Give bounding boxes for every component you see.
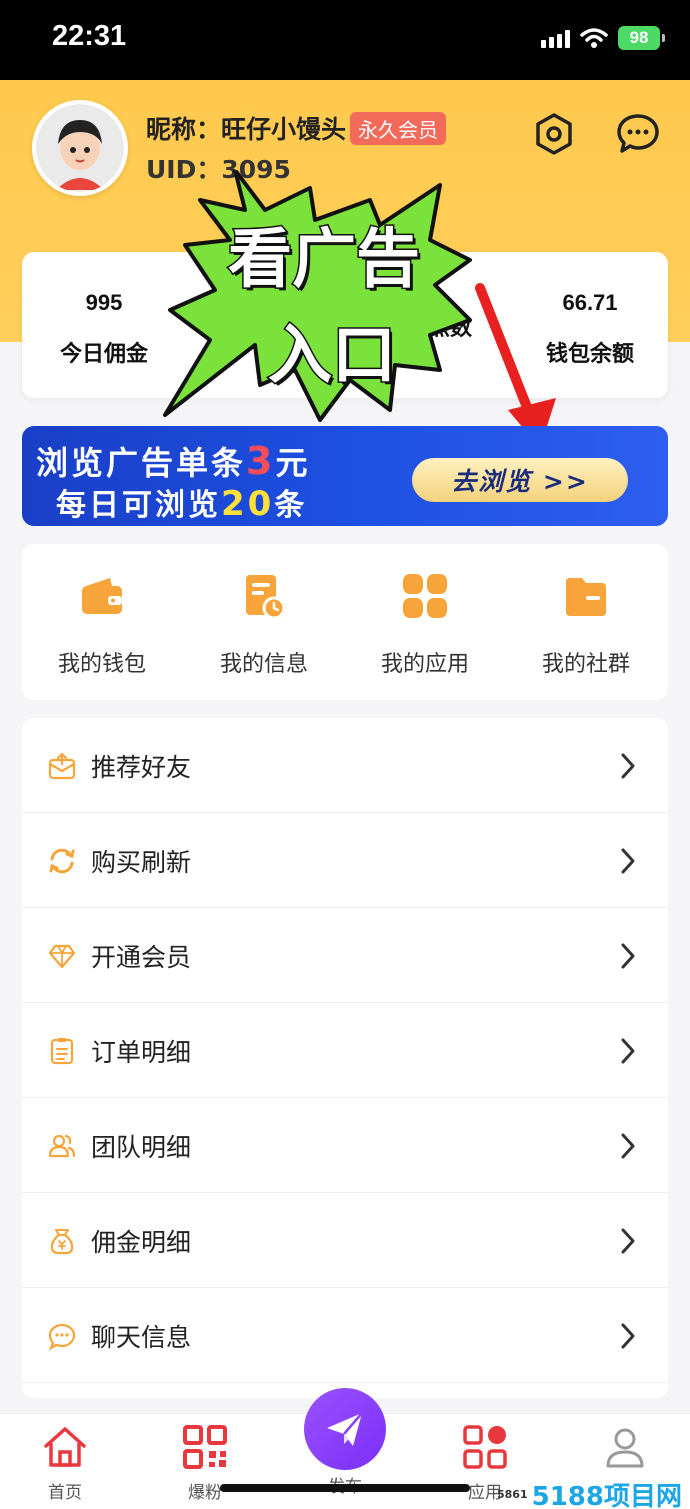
uid-row: UID：3095 [146,150,291,186]
status-bar: 22:31 98 [0,0,690,80]
chevron-right-icon [621,943,635,969]
stat-value: 66.71 [562,290,618,315]
banner-line2-prefix: 每日可浏览 [56,488,221,523]
settings-icon[interactable] [532,112,576,156]
stat-points[interactable]: 点数 [360,290,472,342]
quick-label: 我的信息 [219,652,308,677]
ad-banner[interactable]: 浏览广告单条3元 每日可浏览20条 去浏览 >> [22,426,668,526]
stat-label: 今日佣金 [59,342,148,367]
uid-label: UID： [146,155,222,184]
tab-home[interactable]: 首页 [15,1424,115,1503]
cellular-signal-icon [541,28,570,48]
chevron-right-icon [621,848,635,874]
watermark: 5861 5188项目网 [497,1476,682,1509]
stats-card: 995 今日佣金 点数 66.71 钱包余额 [22,252,668,398]
stat-today-commission[interactable]: 995 今日佣金 [24,290,184,368]
quick-item-community[interactable]: 我的社群 [506,572,666,678]
apps-grid-icon [403,574,447,618]
publish-button[interactable] [304,1388,386,1470]
nickname-row: 昵称： 旺仔小馒头 永久会员 [146,110,447,146]
banner-amount: 3 [246,439,276,483]
banner-line2-suffix: 条 [274,488,308,523]
stat-wallet-balance[interactable]: 66.71 钱包余额 [510,290,670,368]
quick-actions: 我的钱包 我的信息 我的应用 我的社群 [22,544,668,700]
wifi-icon [580,28,608,48]
watermark-small: 5861 [497,1488,528,1501]
quick-label: 我的钱包 [57,652,146,677]
menu-item-orders[interactable]: 订单明细 [22,1003,668,1098]
avatar-cartoon-icon [36,104,124,192]
chat-icon [48,1323,76,1350]
invite-icon [48,752,76,780]
tab-profile[interactable] [575,1424,675,1474]
quick-item-apps[interactable]: 我的应用 [345,572,505,678]
tab-publish[interactable]: 发布 [295,1468,395,1497]
qrcode-icon [183,1425,227,1469]
nickname-label: 昵称： [146,115,222,144]
message-icon[interactable] [616,112,660,156]
info-doc-icon [246,575,286,620]
chevron-right-icon [621,1228,635,1254]
quick-label: 我的社群 [541,652,630,677]
menu-item-commission[interactable]: 佣金明细 [22,1193,668,1288]
nickname: 旺仔小馒头 [221,115,347,144]
chevron-right-icon [621,1323,635,1349]
watermark-logo: 5188项目网 [531,1482,682,1509]
order-list-icon [50,1038,74,1065]
menu-item-invite[interactable]: 推荐好友 [22,718,668,813]
go-browse-button[interactable]: 去浏览 >> [412,458,628,502]
profile-icon [606,1428,644,1468]
menu-item-membership[interactable]: 开通会员 [22,908,668,1003]
stat-value: 995 [85,290,123,315]
menu-item-team[interactable]: 团队明细 [22,1098,668,1193]
banner-count: 20 [221,484,275,524]
menu-label: 订单明细 [91,1038,192,1067]
tab-label: 首页 [48,1483,82,1503]
team-icon [48,1134,76,1158]
avatar[interactable] [32,100,128,196]
home-indicator [220,1484,470,1492]
menu-item-refresh[interactable]: 购买刷新 [22,813,668,908]
banner-line-1: 浏览广告单条3元 [36,438,310,484]
banner-line-2: 每日可浏览20条 [56,480,307,524]
stat-2[interactable] [184,290,344,310]
menu-label: 团队明细 [91,1133,192,1162]
menu-label: 购买刷新 [91,848,192,877]
battery-icon: 98 [618,26,665,50]
send-icon [327,1412,363,1446]
folder-icon [566,578,606,616]
chevron-right-icon [621,1038,635,1064]
menu-label: 开通会员 [91,943,192,972]
stat-label: 钱包余额 [545,342,634,367]
chevron-right-icon [621,1133,635,1159]
apps-icon [463,1425,507,1469]
menu-item-chat[interactable]: 聊天信息 [22,1288,668,1383]
status-time: 22:31 [52,20,127,52]
banner-line1-suffix: 元 [275,444,311,482]
banner-line1-prefix: 浏览广告单条 [36,444,247,482]
home-icon [44,1427,86,1467]
menu-label: 推荐好友 [91,753,192,782]
member-badge: 永久会员 [350,111,447,145]
chevron-right-icon [621,753,635,779]
quick-item-info[interactable]: 我的信息 [184,572,344,678]
uid-value: 3095 [221,155,291,184]
menu-label: 聊天信息 [91,1323,192,1352]
diamond-icon [48,944,76,969]
status-indicators: 98 [541,26,665,50]
quick-item-wallet[interactable]: 我的钱包 [22,572,182,678]
quick-label: 我的应用 [380,652,469,677]
menu-label: 佣金明细 [91,1228,192,1257]
wallet-icon [82,578,122,614]
battery-level: 98 [629,28,649,47]
stat-label: 点数 [427,316,472,341]
money-bag-icon [50,1229,74,1255]
menu-list: 推荐好友 购买刷新 开通会员 订单明细 团队明细 佣金明细 聊天信息 [22,718,668,1398]
refresh-icon [49,848,75,874]
